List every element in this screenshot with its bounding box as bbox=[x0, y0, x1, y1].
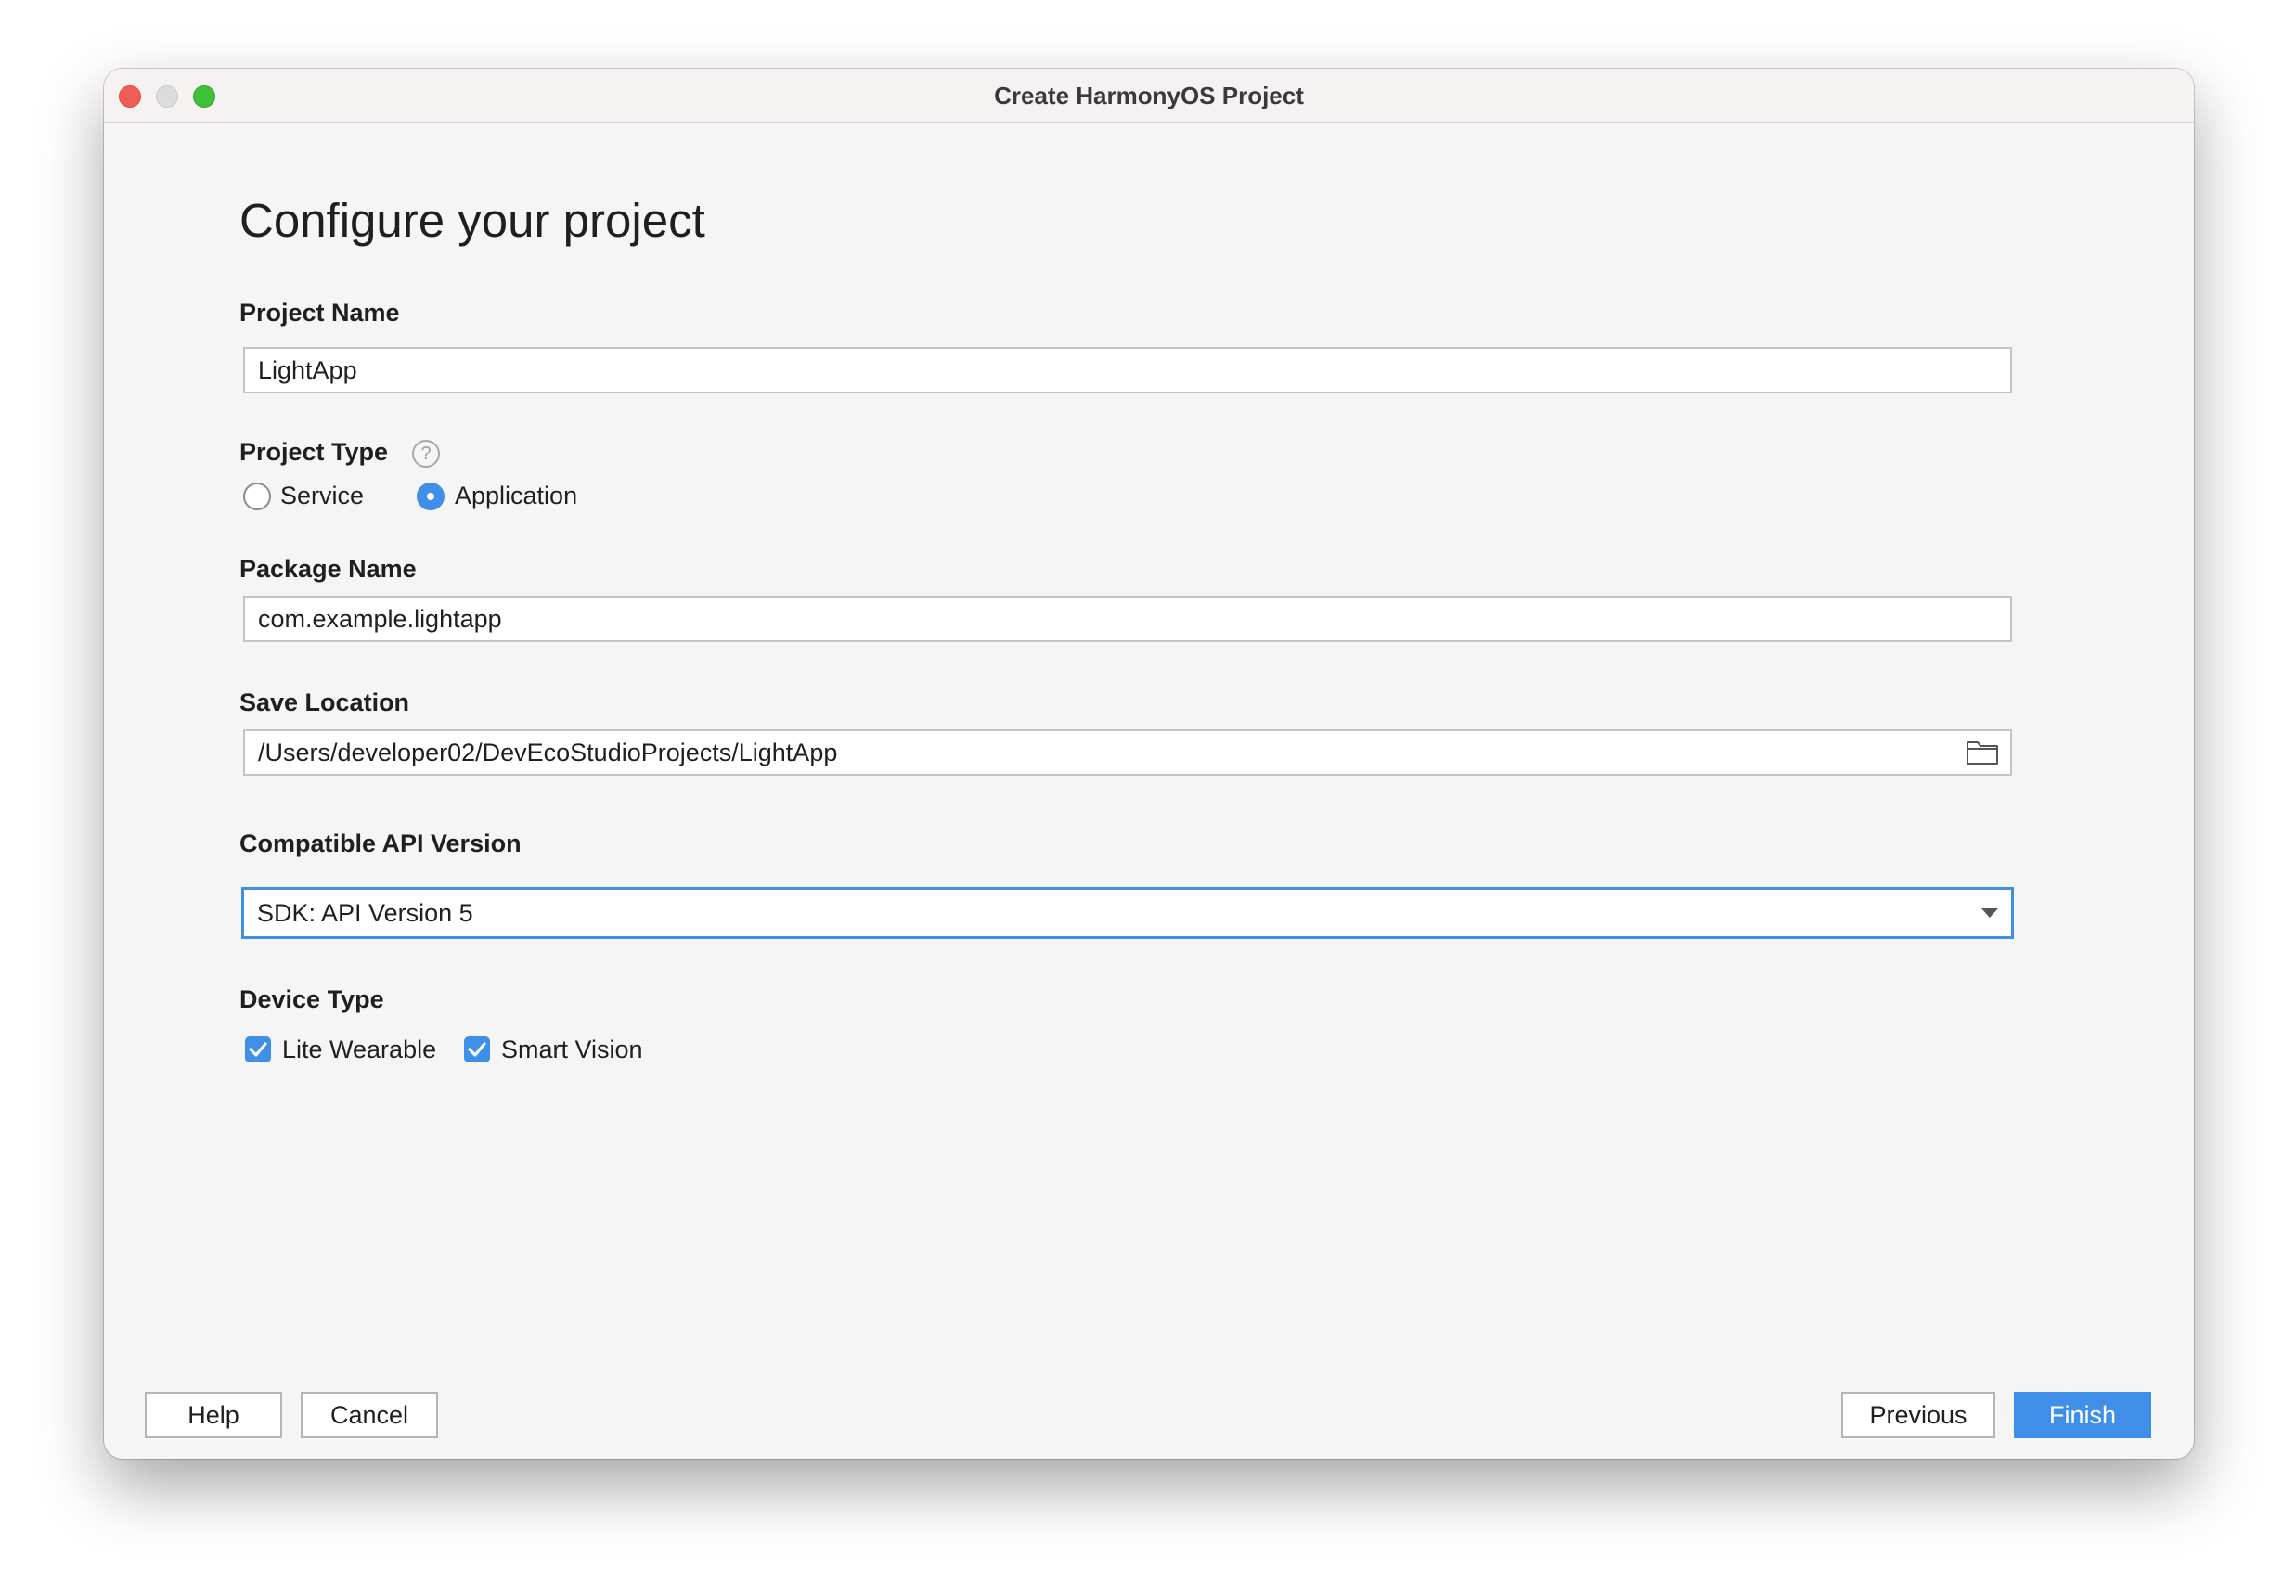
package-name-field-box bbox=[243, 596, 2012, 642]
save-location-label: Save Location bbox=[239, 689, 410, 716]
help-icon[interactable]: ? bbox=[412, 440, 440, 468]
check-icon bbox=[249, 1042, 267, 1057]
checkbox-lite-wearable-label[interactable]: Lite Wearable bbox=[282, 1036, 436, 1064]
window-title: Create HarmonyOS Project bbox=[994, 82, 1304, 109]
checkbox-smart-vision[interactable] bbox=[464, 1036, 490, 1062]
project-name-input[interactable] bbox=[245, 349, 2010, 392]
checkbox-lite-wearable[interactable] bbox=[245, 1036, 271, 1062]
folder-icon[interactable] bbox=[1966, 739, 1999, 766]
device-type-label: Device Type bbox=[239, 985, 384, 1013]
chevron-down-icon bbox=[1981, 908, 1998, 918]
cancel-button[interactable]: Cancel bbox=[301, 1392, 438, 1438]
api-version-label: Compatible API Version bbox=[239, 830, 522, 857]
title-bar: Create HarmonyOS Project bbox=[104, 69, 2194, 123]
package-name-label: Package Name bbox=[239, 555, 417, 583]
save-location-input[interactable] bbox=[245, 731, 2010, 774]
radio-service-label[interactable]: Service bbox=[280, 482, 364, 510]
finish-button[interactable]: Finish bbox=[2014, 1392, 2151, 1438]
radio-service[interactable] bbox=[243, 483, 271, 510]
check-icon bbox=[468, 1042, 486, 1057]
page-title: Configure your project bbox=[239, 194, 705, 247]
project-type-label: Project Type bbox=[239, 438, 389, 466]
save-location-field-box bbox=[243, 729, 2012, 776]
previous-button[interactable]: Previous bbox=[1841, 1392, 1995, 1438]
help-button[interactable]: Help bbox=[145, 1392, 282, 1438]
radio-application[interactable] bbox=[417, 483, 445, 510]
api-version-selected: SDK: API Version 5 bbox=[257, 899, 473, 927]
checkbox-smart-vision-label[interactable]: Smart Vision bbox=[501, 1036, 643, 1064]
package-name-input[interactable] bbox=[245, 598, 2010, 640]
radio-application-label[interactable]: Application bbox=[455, 482, 577, 510]
create-project-dialog: Create HarmonyOS Project Configure your … bbox=[104, 69, 2194, 1459]
api-version-dropdown[interactable]: SDK: API Version 5 bbox=[241, 887, 2014, 939]
project-name-field-box bbox=[243, 347, 2012, 393]
project-name-label: Project Name bbox=[239, 299, 400, 327]
